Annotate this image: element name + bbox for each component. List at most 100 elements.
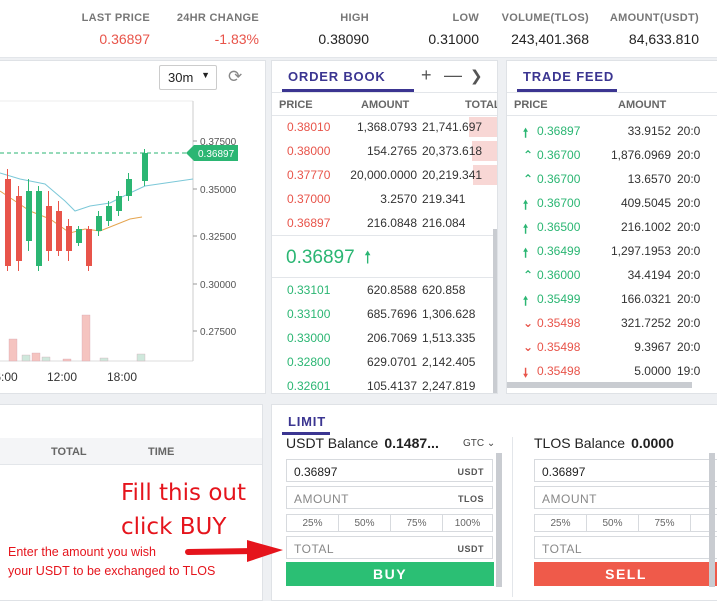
trade-amount: 34.4194 bbox=[627, 268, 671, 282]
buy-price-unit: USDT bbox=[457, 467, 484, 477]
tlos-balance-label: TLOS Balance bbox=[534, 435, 626, 451]
col-total: TOTAL bbox=[51, 446, 87, 458]
time-in-force-select[interactable]: GTC ⌄ bbox=[463, 438, 495, 449]
bid-total: 1,513.335 bbox=[422, 331, 476, 345]
trade-feed-panel: TRADE FEED PRICE AMOUNT 🠕 0.36897 33.9152 2… bbox=[506, 60, 717, 394]
buy-button[interactable]: BUY bbox=[286, 562, 494, 586]
order-book-title[interactable]: ORDER BOOK bbox=[288, 69, 386, 84]
buy-total-unit: USDT bbox=[457, 544, 484, 554]
candle-body bbox=[96, 216, 102, 231]
candle-body bbox=[142, 153, 148, 181]
ticker-volume: VOLUME(TLOS) 243,401.368 bbox=[501, 12, 589, 47]
trade-amount: 9.3967 bbox=[634, 340, 671, 354]
time-tick-label: 18:00 bbox=[107, 370, 137, 384]
candle-body bbox=[86, 229, 92, 266]
time-in-force-value: GTC bbox=[463, 438, 485, 449]
trade-time: 20:0 bbox=[677, 172, 701, 186]
price-chart-panel[interactable]: 0.375000.350000.325000.300000.275006:001… bbox=[0, 60, 266, 394]
ask-price: 0.36897 bbox=[287, 216, 331, 230]
arrow-up-icon: 🠕 bbox=[523, 198, 529, 212]
ask-price: 0.38010 bbox=[287, 120, 331, 134]
trade-time: 20:0 bbox=[677, 316, 701, 330]
minus-icon[interactable]: — bbox=[444, 65, 462, 86]
annotation-arrow bbox=[185, 540, 283, 562]
ticker-24hr-change: 24HR CHANGE -1.83% bbox=[176, 12, 259, 47]
bid-price: 0.33000 bbox=[287, 331, 331, 345]
candle-body bbox=[56, 211, 62, 251]
sell-pct-75[interactable]: 75% bbox=[638, 514, 691, 532]
ask-row[interactable]: 0.37770 20,000.0000 20,219.341 bbox=[272, 163, 497, 187]
ask-amount: 216.0848 bbox=[366, 216, 417, 230]
trade-row: ⌃ 0.36700 1,876.0969 20:0 bbox=[507, 143, 717, 167]
col-total: TOTAL bbox=[465, 99, 498, 111]
ask-row[interactable]: 0.38000 154.2765 20,373.618 bbox=[272, 139, 497, 163]
arrow-up-icon: 🠕 bbox=[523, 246, 529, 260]
trade-price: 0.36897 bbox=[537, 124, 581, 138]
price-tick-label: 0.35000 bbox=[200, 185, 237, 196]
buy-pct-75[interactable]: 75% bbox=[390, 514, 443, 532]
reload-icon[interactable]: ⟳ bbox=[228, 67, 242, 87]
bid-amount: 685.7696 bbox=[366, 307, 417, 321]
annotation-note-1: Enter the amount you wish bbox=[8, 545, 156, 559]
trade-price: 0.36700 bbox=[537, 196, 581, 210]
chevron-right-icon[interactable]: ❯ bbox=[470, 67, 483, 85]
usdt-balance: USDT Balance 0.1487... bbox=[286, 435, 439, 451]
market-ticker: LAST PRICE 0.36897 24HR CHANGE -1.83% HI… bbox=[0, 0, 717, 58]
bid-total: 620.858 bbox=[422, 283, 466, 297]
sell-form-scrollbar[interactable] bbox=[709, 453, 715, 587]
bid-row[interactable]: 0.32601 105.4137 2,247.819 bbox=[272, 374, 497, 393]
sell-pct-50[interactable]: 50% bbox=[586, 514, 639, 532]
sell-button[interactable]: SELL bbox=[534, 562, 717, 586]
bid-row[interactable]: 0.33000 206.7069 1,513.335 bbox=[272, 326, 497, 350]
trade-price: 0.35498 bbox=[537, 316, 581, 330]
col-amount: AMOUNT bbox=[361, 99, 410, 111]
candle-body bbox=[116, 196, 122, 211]
trade-row: 🠕 0.36499 1,297.1953 20:0 bbox=[507, 239, 717, 263]
trade-row: 🠗 0.35498 5.0000 19:0 bbox=[507, 359, 717, 383]
bid-total: 1,306.628 bbox=[422, 307, 476, 321]
trade-feed-hscrollbar[interactable] bbox=[507, 382, 692, 388]
ask-total: 20,373.618 bbox=[422, 144, 483, 158]
trade-feed-title[interactable]: TRADE FEED bbox=[523, 69, 614, 84]
bid-total: 2,142.405 bbox=[422, 355, 476, 369]
time-tick-label: 12:00 bbox=[47, 370, 77, 384]
tlos-balance-value: 0.0000 bbox=[631, 435, 674, 451]
sell-amount-input[interactable]: AMOUNT bbox=[534, 486, 717, 509]
trade-row: ⌃ 0.36700 13.6570 20:0 bbox=[507, 167, 717, 191]
ask-row[interactable]: 0.37000 3.2570 219.341 bbox=[272, 187, 497, 211]
ask-row[interactable]: 0.38010 1,368.0793 21,741.697 bbox=[272, 115, 497, 139]
buy-price-input[interactable]: 0.36897 USDT bbox=[286, 459, 493, 482]
volume-bar bbox=[31, 352, 41, 362]
bid-amount: 105.4137 bbox=[366, 379, 417, 393]
buy-form-scrollbar[interactable] bbox=[496, 453, 502, 587]
buy-pct-50[interactable]: 50% bbox=[338, 514, 391, 532]
sell-pct-25[interactable]: 25% bbox=[534, 514, 587, 532]
buy-total-input[interactable]: TOTAL USDT bbox=[286, 536, 493, 559]
chevron-down-icon: ⌄ bbox=[486, 438, 496, 449]
trade-price: 0.35499 bbox=[537, 292, 581, 306]
sell-price-input[interactable]: 0.36897 bbox=[534, 459, 717, 482]
trade-time: 20:0 bbox=[677, 148, 701, 162]
ask-amount: 154.2765 bbox=[366, 144, 417, 158]
order-book-scrollbar[interactable] bbox=[493, 229, 497, 393]
bid-row[interactable]: 0.33101 620.8588 620.858 bbox=[272, 278, 497, 302]
ask-amount: 1,368.0793 bbox=[356, 120, 417, 134]
usdt-balance-label: USDT Balance bbox=[286, 435, 379, 451]
plus-icon[interactable]: + bbox=[421, 65, 432, 86]
trade-amount: 5.0000 bbox=[634, 364, 671, 378]
buy-amount-input[interactable]: AMOUNT TLOS bbox=[286, 486, 493, 509]
bid-row[interactable]: 0.33100 685.7696 1,306.628 bbox=[272, 302, 497, 326]
limit-tab[interactable]: LIMIT bbox=[288, 414, 326, 429]
candlestick-chart[interactable]: 0.375000.350000.325000.300000.275006:001… bbox=[0, 61, 266, 394]
sell-total-input[interactable]: TOTAL bbox=[534, 536, 717, 559]
sell-amount-placeholder: AMOUNT bbox=[542, 492, 597, 506]
volume-bar bbox=[81, 314, 91, 362]
buy-pct-100[interactable]: 100% bbox=[442, 514, 493, 532]
buy-pct-25[interactable]: 25% bbox=[286, 514, 339, 532]
bid-amount: 620.8588 bbox=[366, 283, 417, 297]
bid-row[interactable]: 0.32800 629.0701 2,142.405 bbox=[272, 350, 497, 374]
candle-body bbox=[26, 191, 32, 241]
trade-row: 🠕 0.36897 33.9152 20:0 bbox=[507, 119, 717, 143]
timeframe-select[interactable]: 30m ▼ bbox=[159, 65, 217, 90]
ask-row[interactable]: 0.36897 216.0848 216.084 bbox=[272, 211, 497, 235]
